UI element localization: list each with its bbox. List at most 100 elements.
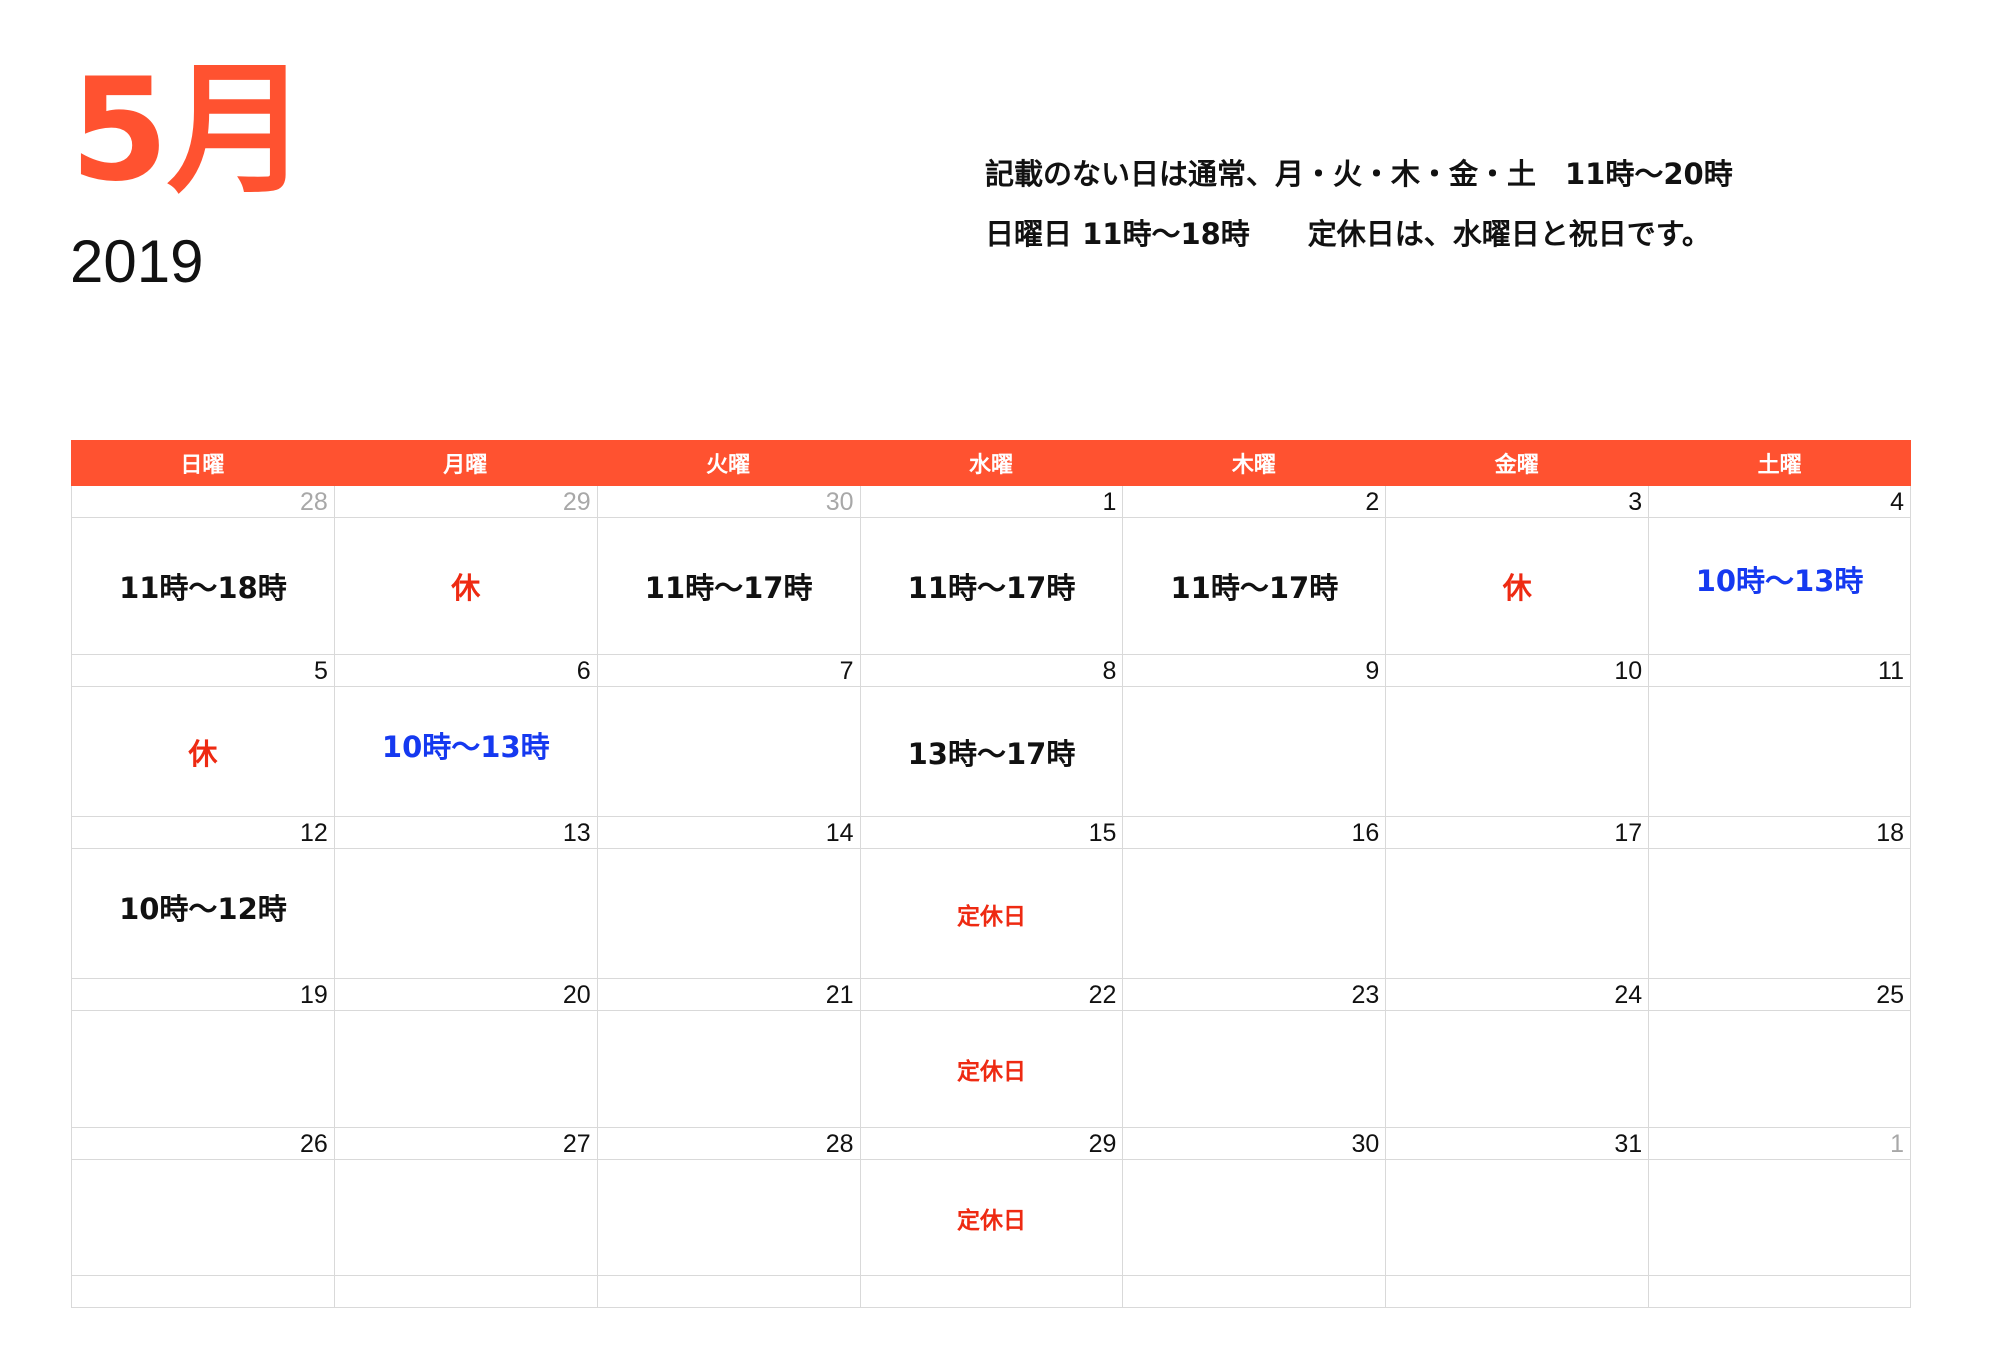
month-title: 5月 bbox=[70, 48, 309, 213]
day-cell: 15 定休日 bbox=[859, 817, 1123, 979]
day-hours-note: 定休日 bbox=[956, 1059, 1026, 1085]
footer-cell bbox=[859, 1276, 1123, 1308]
day-hours-note: 11時〜17時 bbox=[644, 571, 813, 605]
day-empty-area bbox=[1123, 687, 1385, 816]
day-cell: 20 bbox=[333, 979, 597, 1128]
year-label: 2019 bbox=[70, 228, 204, 295]
day-hours-note: 休 bbox=[451, 571, 481, 605]
footer-cell bbox=[71, 1276, 334, 1308]
day-cell: 5休 bbox=[71, 655, 334, 817]
day-empty-area bbox=[598, 1160, 860, 1275]
weekday-sun: 日曜 bbox=[180, 453, 225, 478]
footer-cell bbox=[596, 1276, 860, 1308]
day-hours-note: 休 bbox=[1502, 571, 1532, 605]
day-hours-note: 10時〜13時 bbox=[381, 729, 550, 764]
day-cell: 11 bbox=[1648, 655, 1911, 817]
footer-cell bbox=[333, 1276, 597, 1308]
day-number: 31 bbox=[1386, 1128, 1649, 1160]
day-number: 30 bbox=[597, 486, 860, 518]
day-number: 1 bbox=[1649, 1128, 1910, 1160]
day-number: 3 bbox=[1386, 486, 1649, 518]
day-cell: 13 bbox=[333, 817, 597, 979]
day-empty-area bbox=[598, 687, 860, 816]
weekday-sat: 土曜 bbox=[1757, 453, 1802, 478]
day-empty-area bbox=[1386, 1011, 1648, 1127]
day-hours-note: 11時〜18時 bbox=[119, 571, 287, 605]
day-empty-area bbox=[1386, 849, 1648, 978]
day-empty-area bbox=[1649, 687, 1910, 816]
day-cell: 6 10時〜13時 bbox=[333, 655, 597, 817]
day-number: 8 bbox=[860, 655, 1123, 687]
day-cell: 26 bbox=[71, 1128, 334, 1276]
day-empty-area bbox=[1123, 849, 1385, 978]
day-number: 10 bbox=[1386, 655, 1649, 687]
weekday-thu: 木曜 bbox=[1231, 453, 1276, 478]
day-number: 5 bbox=[72, 655, 334, 687]
notes-line-1: 記載のない日は通常、月・火・木・金・土 11時〜20時 bbox=[985, 157, 1733, 191]
day-number: 7 bbox=[597, 655, 860, 687]
day-number: 20 bbox=[334, 979, 597, 1011]
calendar-week-row: 19 20 21 22 定休日 23 24 25 bbox=[71, 979, 1911, 1128]
business-hours-notes: 記載のない日は通常、月・火・木・金・土 11時〜20時 日曜日 11時〜18時 … bbox=[985, 160, 1733, 280]
day-cell: 1 bbox=[1648, 1128, 1911, 1276]
day-number: 2 bbox=[1123, 486, 1386, 518]
day-cell: 10 bbox=[1385, 655, 1649, 817]
day-number: 15 bbox=[860, 817, 1123, 849]
day-number: 18 bbox=[1649, 817, 1910, 849]
day-empty-area bbox=[1649, 849, 1910, 978]
day-empty-area bbox=[1386, 687, 1648, 816]
day-empty-area bbox=[1649, 1160, 1910, 1275]
day-number: 11 bbox=[1649, 655, 1910, 687]
day-cell: 30 11時〜17時 bbox=[596, 486, 860, 655]
day-number: 23 bbox=[1123, 979, 1386, 1011]
notes-line-2: 日曜日 11時〜18時 定休日は、水曜日と祝日です。 bbox=[985, 217, 1711, 251]
day-empty-area bbox=[1386, 1160, 1648, 1275]
weekday-wed: 水曜 bbox=[968, 453, 1013, 478]
footer-cell bbox=[1122, 1276, 1386, 1308]
day-number: 16 bbox=[1123, 817, 1386, 849]
day-hours-note: 10時〜12時 bbox=[119, 891, 287, 926]
day-cell: 4 10時〜13時 bbox=[1648, 486, 1911, 655]
day-hours-note: 休 bbox=[188, 736, 218, 771]
day-number: 29 bbox=[860, 1128, 1123, 1160]
day-empty-area bbox=[335, 1160, 597, 1275]
day-number: 17 bbox=[1386, 817, 1649, 849]
day-cell: 14 bbox=[596, 817, 860, 979]
day-cell: 25 bbox=[1648, 979, 1911, 1128]
weeks-container: 28 11時〜18時 29 休 30 11時〜17時 1 11時〜17時 2 11時〜17時 3 休 4… bbox=[71, 486, 1911, 1276]
day-number: 22 bbox=[860, 979, 1123, 1011]
day-number: 24 bbox=[1386, 979, 1649, 1011]
day-cell: 31 bbox=[1385, 1128, 1649, 1276]
day-cell: 17 bbox=[1385, 817, 1649, 979]
day-hours-note: 13時〜17時 bbox=[907, 736, 1076, 771]
calendar-week-row: 26 27 28 29 定休日 30 31 1 bbox=[71, 1128, 1911, 1276]
day-number: 9 bbox=[1123, 655, 1386, 687]
day-cell: 3休 bbox=[1385, 486, 1649, 655]
day-number: 29 bbox=[334, 486, 597, 518]
day-hours-note: 定休日 bbox=[956, 1207, 1026, 1234]
day-cell: 19 bbox=[71, 979, 334, 1128]
day-number: 13 bbox=[334, 817, 597, 849]
day-number: 19 bbox=[72, 979, 334, 1011]
day-number: 12 bbox=[72, 817, 334, 849]
day-cell: 30 bbox=[1122, 1128, 1386, 1276]
day-number: 28 bbox=[72, 486, 334, 518]
day-cell: 27 bbox=[333, 1128, 597, 1276]
calendar-footer-row bbox=[71, 1276, 1911, 1308]
weekday-fri: 金曜 bbox=[1494, 453, 1539, 478]
day-cell: 29 定休日 bbox=[859, 1128, 1123, 1276]
calendar-week-row: 12 10時〜12時 13 14 15 定休日 16 17 18 bbox=[71, 817, 1911, 979]
day-cell: 2 11時〜17時 bbox=[1122, 486, 1386, 655]
day-number: 6 bbox=[334, 655, 597, 687]
day-empty-area bbox=[598, 849, 860, 978]
day-cell: 28 11時〜18時 bbox=[71, 486, 334, 655]
calendar-week-row: 28 11時〜18時 29 休 30 11時〜17時 1 11時〜17時 2 11時〜17時 3 休 4… bbox=[71, 486, 1911, 655]
day-empty-area bbox=[598, 1011, 860, 1127]
day-empty-area bbox=[1123, 1160, 1385, 1275]
day-cell: 28 bbox=[596, 1128, 860, 1276]
day-number: 26 bbox=[72, 1128, 334, 1160]
day-number: 1 bbox=[860, 486, 1123, 518]
calendar-week-row: 5 休 6 10時〜13時 7 8 13時〜17時 9 10 11 bbox=[71, 655, 1911, 817]
day-cell: 24 bbox=[1385, 979, 1649, 1128]
footer-cell bbox=[1648, 1276, 1911, 1308]
